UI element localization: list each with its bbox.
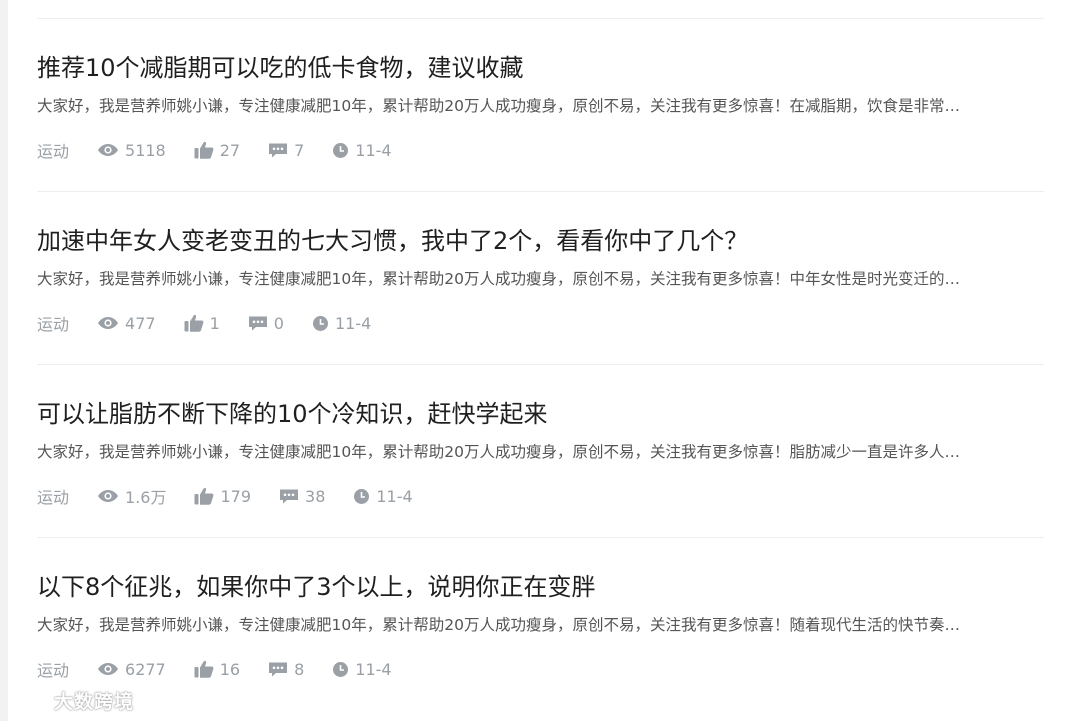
- eye-icon: [98, 490, 119, 502]
- article-item[interactable]: 加速中年女人变老变丑的七大习惯，我中了2个，看看你中了几个？ 大家好，我是营养师…: [37, 192, 1044, 364]
- date-stat: 11-4: [332, 140, 392, 160]
- article-summary: 大家好，我是营养师姚小谦，专注健康减肥10年，累计帮助20万人成功瘦身，原创不易…: [37, 270, 960, 288]
- article-item[interactable]: 推荐10个减脂期可以吃的低卡食物，建议收藏 大家好，我是营养师姚小谦，专注健康减…: [37, 19, 1044, 191]
- comments-stat[interactable]: 0: [248, 314, 284, 333]
- views-count: 5118: [125, 140, 166, 160]
- thumbs-up-icon: [194, 487, 214, 505]
- likes-stat[interactable]: 179: [194, 487, 251, 506]
- publish-date: 11-4: [355, 659, 392, 679]
- comments-stat[interactable]: 8: [268, 660, 304, 679]
- eye-icon: [98, 317, 119, 329]
- comments-count: 8: [294, 659, 305, 679]
- clock-icon: [333, 661, 349, 677]
- views-count: 6277: [125, 659, 166, 679]
- watermark-text: 大数跨境: [54, 691, 135, 713]
- article-category: 运动: [37, 488, 70, 507]
- article-item[interactable]: 以下8个征兆，如果你中了3个以上，说明你正在变胖 大家好，我是营养师姚小谦，专注…: [37, 538, 1044, 710]
- eye-icon: [98, 663, 119, 675]
- views-count: 1.6万: [125, 488, 167, 507]
- publish-date: 11-4: [334, 313, 372, 333]
- article-summary: 大家好，我是营养师姚小谦，专注健康减肥10年，累计帮助20万人成功瘦身，原创不易…: [37, 97, 960, 115]
- clock-icon: [354, 488, 370, 504]
- likes-count: 27: [219, 140, 241, 160]
- likes-stat[interactable]: 16: [194, 660, 240, 679]
- date-stat: 11-4: [332, 659, 392, 679]
- views-stat: 1.6万: [97, 484, 166, 508]
- article-title[interactable]: 以下8个征兆，如果你中了3个以上，说明你正在变胖: [37, 573, 596, 601]
- likes-stat[interactable]: 27: [194, 141, 240, 160]
- clock-icon: [312, 315, 328, 331]
- thumbs-up-icon: [194, 660, 214, 678]
- comments-count: 0: [273, 313, 284, 333]
- article-title[interactable]: 可以让脂肪不断下降的10个冷知识，赶快学起来: [37, 400, 548, 428]
- comment-icon: [269, 662, 288, 677]
- watermark: 大数跨境: [8, 687, 134, 714]
- article-meta: 运动 5118 27 7 11-4: [37, 139, 420, 162]
- clock-icon: [333, 142, 349, 158]
- comments-count: 38: [305, 486, 326, 506]
- views-stat: 6277: [97, 660, 166, 679]
- comment-icon: [269, 143, 288, 158]
- article-category: 运动: [37, 315, 70, 334]
- left-edge-strip: [0, 0, 8, 721]
- article-item[interactable]: 可以让脂肪不断下降的10个冷知识，赶快学起来 大家好，我是营养师姚小谦，专注健康…: [37, 365, 1044, 537]
- views-count: 477: [125, 313, 156, 333]
- views-stat: 5118: [97, 141, 166, 160]
- likes-count: 1: [209, 313, 220, 333]
- publish-date: 11-4: [355, 140, 392, 160]
- article-title[interactable]: 推荐10个减脂期可以吃的低卡食物，建议收藏: [37, 54, 524, 82]
- likes-count: 179: [220, 486, 252, 506]
- article-summary: 大家好，我是营养师姚小谦，专注健康减肥10年，累计帮助20万人成功瘦身，原创不易…: [37, 616, 960, 634]
- date-stat: 11-4: [353, 486, 413, 506]
- article-meta: 运动 477 1 0 11-4: [37, 312, 399, 335]
- article-category: 运动: [37, 142, 70, 161]
- thumbs-up-icon: [184, 314, 204, 332]
- eye-icon: [98, 144, 119, 156]
- article-feed: 推荐10个减脂期可以吃的低卡食物，建议收藏 大家好，我是营养师姚小谦，专注健康减…: [37, 18, 1044, 710]
- article-summary: 大家好，我是营养师姚小谦，专注健康减肥10年，累计帮助20万人成功瘦身，原创不易…: [37, 443, 960, 461]
- date-stat: 11-4: [312, 314, 371, 333]
- thumbs-up-icon: [194, 141, 214, 159]
- comments-count: 7: [294, 140, 305, 160]
- likes-count: 16: [219, 659, 241, 679]
- views-stat: 477: [97, 314, 156, 333]
- publish-date: 11-4: [376, 486, 413, 506]
- likes-stat[interactable]: 1: [184, 314, 220, 333]
- article-category: 运动: [37, 661, 70, 680]
- comment-icon: [280, 489, 299, 504]
- comment-icon: [248, 316, 267, 331]
- comments-stat[interactable]: 38: [279, 487, 325, 506]
- comments-stat[interactable]: 7: [268, 141, 304, 160]
- watermark-logo-icon: [10, 691, 45, 709]
- article-meta: 运动 1.6万 179 38 11-4: [37, 484, 441, 508]
- article-title[interactable]: 加速中年女人变老变丑的七大习惯，我中了2个，看看你中了几个？: [37, 227, 748, 255]
- article-meta: 运动 6277 16 8 11-4: [37, 658, 420, 681]
